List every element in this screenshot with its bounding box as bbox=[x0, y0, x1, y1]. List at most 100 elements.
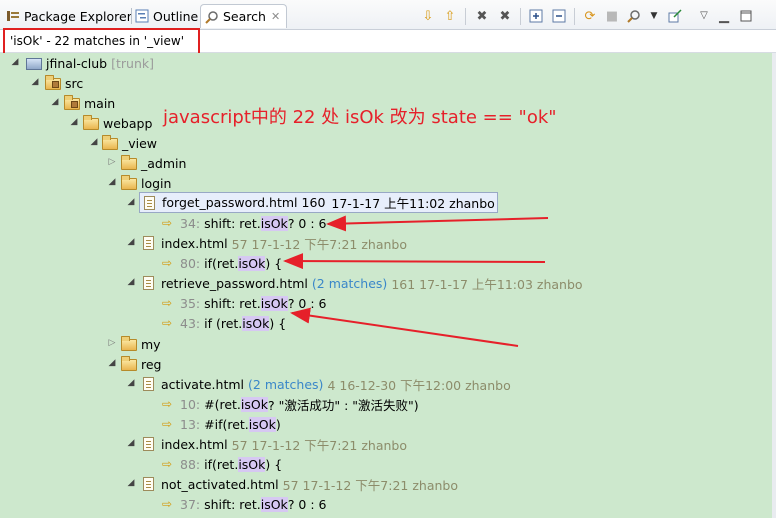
expand-toggle[interactable]: ◢ bbox=[10, 57, 20, 67]
file-meta: 57 17-1-12 下午7:21 zhanbo bbox=[231, 437, 407, 453]
expand-toggle[interactable]: ◢ bbox=[89, 137, 99, 147]
tree-node-index-reg[interactable]: index.html 57 17-1-12 下午7:21 zhanbo bbox=[141, 434, 407, 454]
expand-toggle[interactable]: ◢ bbox=[126, 478, 136, 488]
line-number: 80: bbox=[180, 255, 201, 271]
file-meta: 4 16-12-30 下午12:00 zhanbo bbox=[327, 377, 511, 393]
node-label: _admin bbox=[141, 155, 187, 171]
match-text: ? "激活成功" : "激活失败") bbox=[267, 397, 419, 413]
match-count: (2 matches) bbox=[248, 376, 324, 392]
tab-package-explorer[interactable]: Package Explorer bbox=[6, 4, 132, 28]
package-folder-icon bbox=[64, 95, 80, 110]
toolbar-divider bbox=[574, 8, 575, 25]
collapse-toggle[interactable]: ▷ bbox=[107, 338, 117, 348]
match-text: ? 0 : 6 bbox=[287, 496, 327, 512]
line-number: 43: bbox=[180, 315, 201, 331]
scrollbar[interactable] bbox=[772, 53, 776, 518]
tree-node-not-activated[interactable]: not_activated.html 57 17-1-12 下午7:21 zha… bbox=[141, 474, 458, 494]
match-arrow-icon: ⇨ bbox=[162, 316, 173, 330]
chevron-down-icon[interactable]: ▼ bbox=[646, 8, 662, 24]
match-text: if(ret. bbox=[204, 456, 239, 472]
outline-icon bbox=[135, 9, 149, 23]
node-label: main bbox=[84, 95, 116, 111]
match-arrow-icon: ⇨ bbox=[162, 457, 173, 471]
expand-toggle[interactable]: ◢ bbox=[126, 277, 136, 287]
node-label: src bbox=[65, 75, 84, 91]
expand-all-icon[interactable] bbox=[528, 8, 544, 24]
match-line[interactable]: ⇨ 10: #(ret. isOk ? "激活成功" : "激活失败") bbox=[162, 394, 419, 414]
match-text: shift: ret. bbox=[204, 215, 261, 231]
node-label: jfinal-club bbox=[46, 55, 108, 71]
folder-icon bbox=[121, 336, 137, 351]
tree-node-admin[interactable]: _admin bbox=[121, 153, 186, 173]
line-number: 35: bbox=[180, 295, 201, 311]
expand-toggle[interactable]: ◢ bbox=[50, 97, 60, 107]
tab-search[interactable]: Search ✕ bbox=[200, 4, 288, 28]
file-icon bbox=[141, 276, 157, 290]
collapse-toggle[interactable]: ▷ bbox=[107, 157, 117, 167]
match-line[interactable]: ⇨ 13: #if(ret. isOk) bbox=[162, 414, 281, 434]
tree-node-project[interactable]: jfinal-club [trunk] bbox=[26, 53, 154, 73]
match-arrow-icon: ⇨ bbox=[162, 397, 173, 411]
expand-toggle[interactable]: ◢ bbox=[126, 237, 136, 247]
expand-toggle[interactable]: ◢ bbox=[126, 378, 136, 388]
search-history-icon[interactable] bbox=[626, 8, 642, 24]
line-number: 13: bbox=[180, 416, 201, 432]
previous-match-icon[interactable]: ⇧ bbox=[442, 8, 458, 24]
remove-match-icon[interactable]: ✖ bbox=[474, 8, 490, 24]
close-icon[interactable]: ✕ bbox=[271, 10, 280, 23]
expand-toggle[interactable]: ◢ bbox=[107, 177, 117, 187]
collapse-all-icon[interactable] bbox=[551, 8, 567, 24]
search-icon bbox=[205, 10, 219, 24]
expand-toggle[interactable]: ◢ bbox=[69, 117, 79, 127]
node-label: login bbox=[141, 175, 172, 191]
match-line[interactable]: ⇨ 80: if(ret. isOk) { bbox=[162, 253, 282, 273]
line-number: 34: bbox=[180, 215, 201, 231]
tab-label: Outline bbox=[153, 8, 199, 24]
match-line[interactable]: ⇨ 37: shift: ret. isOk ? 0 : 6 bbox=[162, 494, 326, 514]
expand-toggle[interactable]: ◢ bbox=[126, 438, 136, 448]
minimize-icon[interactable]: ▁ bbox=[716, 8, 732, 24]
match-arrow-icon: ⇨ bbox=[162, 216, 173, 230]
tree-node-retrieve-password[interactable]: retrieve_password.html (2 matches) 161 1… bbox=[141, 273, 583, 293]
remove-all-matches-icon[interactable]: ✖ bbox=[497, 8, 513, 24]
match-line[interactable]: ⇨ 34: shift: ret. isOk ? 0 : 6 bbox=[162, 213, 326, 233]
match-text: ? 0 : 6 bbox=[287, 295, 327, 311]
toolbar-divider bbox=[465, 8, 466, 25]
tree-node-main[interactable]: main bbox=[64, 93, 115, 113]
match-text: #(ret. bbox=[204, 396, 241, 412]
tree-node-view[interactable]: _view bbox=[102, 133, 157, 153]
match-line[interactable]: ⇨ 43: if (ret. isOk) { bbox=[162, 313, 286, 333]
folder-icon bbox=[102, 135, 118, 150]
branch-label: [trunk] bbox=[111, 55, 155, 71]
folder-icon bbox=[121, 155, 137, 170]
file-name: index.html bbox=[161, 235, 228, 251]
expand-toggle[interactable]: ◢ bbox=[107, 358, 117, 368]
maximize-icon[interactable] bbox=[738, 8, 754, 24]
tree-node-index-login[interactable]: index.html 57 17-1-12 下午7:21 zhanbo bbox=[141, 233, 407, 253]
match-highlight: isOk bbox=[238, 255, 266, 271]
tree-node-activate[interactable]: activate.html (2 matches) 4 16-12-30 下午1… bbox=[141, 374, 511, 394]
project-icon bbox=[26, 56, 42, 70]
tab-label: Package Explorer bbox=[24, 8, 132, 24]
tree-node-webapp[interactable]: webapp bbox=[83, 113, 152, 133]
tree-node-my[interactable]: my bbox=[121, 334, 161, 354]
match-line[interactable]: ⇨ 35: shift: ret. isOk ? 0 : 6 bbox=[162, 293, 326, 313]
tree-node-login[interactable]: login bbox=[121, 173, 171, 193]
expand-toggle[interactable]: ◢ bbox=[126, 197, 136, 207]
cancel-search-icon[interactable]: ■ bbox=[604, 8, 620, 24]
pin-view-icon[interactable] bbox=[667, 8, 683, 24]
annotation-text: javascript中的 22 处 isOk 改为 state == "ok" bbox=[163, 107, 557, 128]
tree-node-forget-password[interactable]: forget_password.html 160 17-1-17 上午11:02… bbox=[139, 192, 498, 213]
view-menu-icon[interactable]: ▽ bbox=[696, 8, 712, 24]
tree-node-reg[interactable]: reg bbox=[121, 354, 162, 374]
match-text: if (ret. bbox=[204, 315, 243, 331]
match-line[interactable]: ⇨ 88: if(ret. isOk) { bbox=[162, 454, 282, 474]
toolbar-divider bbox=[520, 8, 521, 25]
run-search-again-icon[interactable]: ⟳ bbox=[582, 8, 598, 24]
tree-node-src[interactable]: src bbox=[45, 73, 83, 93]
expand-toggle[interactable]: ◢ bbox=[30, 77, 40, 87]
match-text: shift: ret. bbox=[204, 496, 261, 512]
next-match-icon[interactable]: ⇩ bbox=[420, 8, 436, 24]
file-name: activate.html bbox=[161, 376, 245, 392]
tab-outline[interactable]: Outline bbox=[135, 4, 198, 28]
